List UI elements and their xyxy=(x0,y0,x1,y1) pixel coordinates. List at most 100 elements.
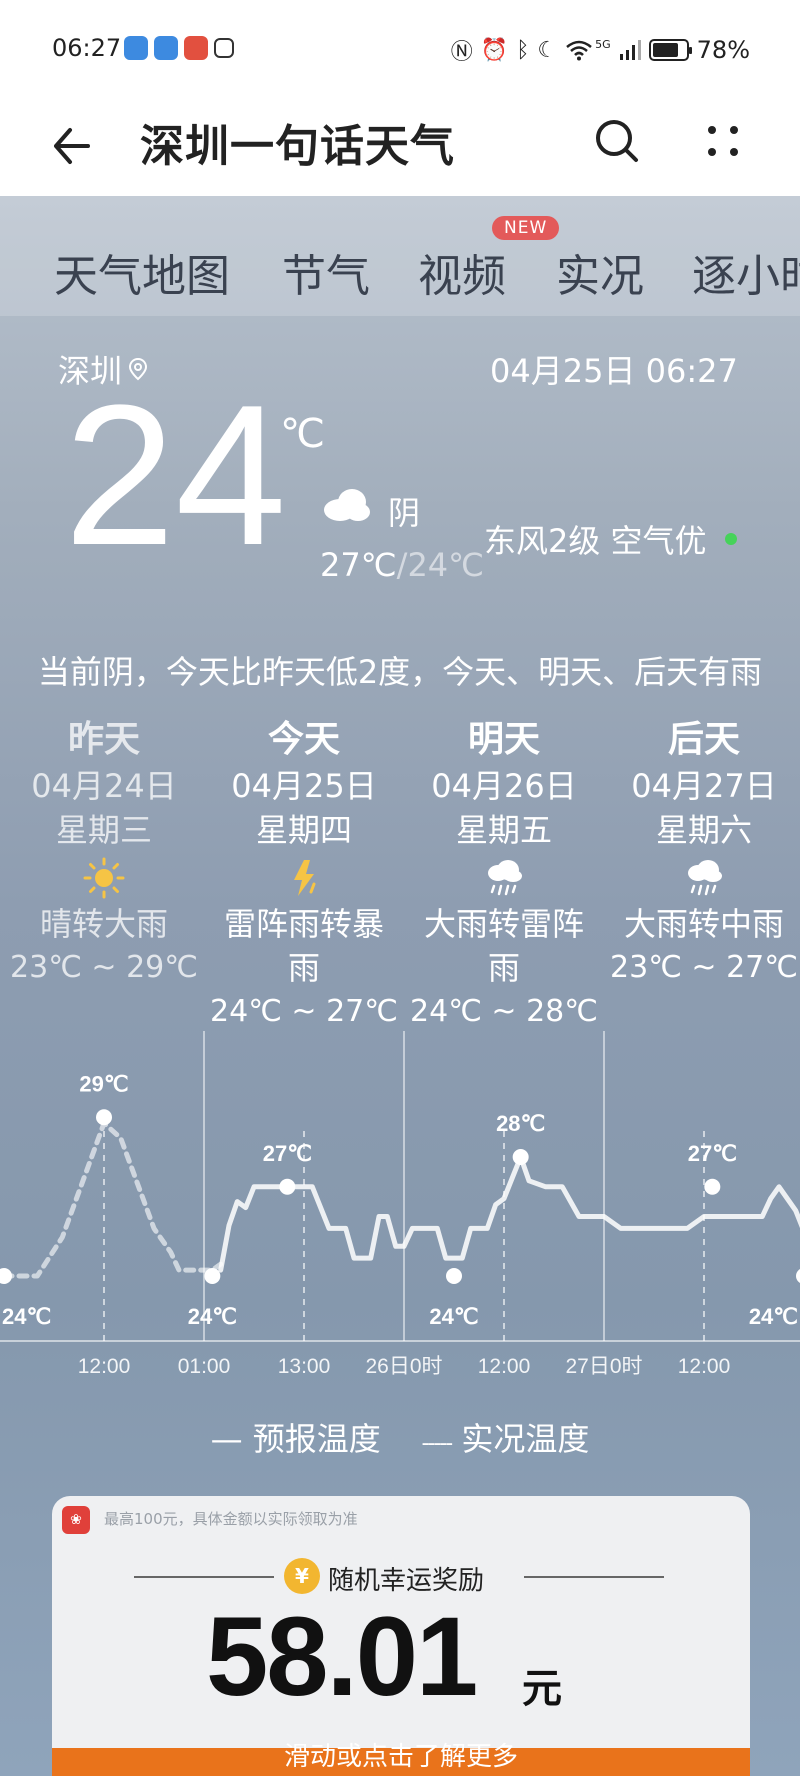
red-packet-icon: ❀ xyxy=(62,1506,90,1534)
x-tick-label: 01:00 xyxy=(178,1355,231,1378)
reward-note: 最高100元，具体金额以实际领取为准 xyxy=(104,1510,358,1528)
day-temp-range: 24℃ ~ 28℃ xyxy=(410,994,598,1029)
sun-icon xyxy=(83,857,125,899)
new-badge: NEW xyxy=(492,216,560,240)
signal-icon xyxy=(619,40,641,60)
temp-point-label: 28℃ xyxy=(496,1111,545,1136)
x-tick-label: 12:00 xyxy=(678,1355,731,1378)
x-tick-label: 12:00 xyxy=(78,1355,131,1378)
temp-point xyxy=(204,1268,221,1284)
day-column-tomorrow[interactable]: 明天 04月26日 星期五 大雨转雷阵雨 24℃ ~ 28℃ xyxy=(404,716,604,1034)
status-indicators: Ⓝ ⏰ ᛒ ☾ 5G 78% xyxy=(451,34,750,66)
condition-text: 阴 xyxy=(388,494,421,532)
day-column-yesterday[interactable]: 昨天 04月24日 星期三 晴转大雨 23℃ ~ 29℃ xyxy=(4,716,204,990)
x-tick-label: 12:00 xyxy=(478,1355,531,1378)
x-tick-label: 26日0时 xyxy=(365,1355,442,1378)
weather-panel: 天气地图 节气 视频 NEW 实况 逐小时 深圳 04月25日 06:27 24… xyxy=(0,196,800,1776)
heavy-rain-icon xyxy=(488,860,522,896)
cloud-icon xyxy=(324,489,370,521)
reward-unit: 元 xyxy=(522,1666,562,1712)
temp-point-label: 27℃ xyxy=(263,1141,312,1166)
legend-solid-mark: — xyxy=(210,1420,253,1458)
temp-point-label: 24℃ xyxy=(749,1304,798,1329)
day-condition: 大雨转中雨 xyxy=(623,905,784,943)
app-notification-icon xyxy=(154,36,178,60)
observed-temp-line xyxy=(1,1120,224,1279)
reward-ad-card[interactable]: ❀ 最高100元，具体金额以实际领取为准 ¥ 随机幸运奖励 58.01 元 滑动… xyxy=(52,1496,750,1776)
temp-point xyxy=(446,1268,462,1284)
weather-summary: 当前阴，今天比昨天低2度，今天、明天、后天有雨 xyxy=(37,653,763,691)
legend-forecast: 预报温度 xyxy=(252,1420,381,1458)
legend-observed: 实况温度 xyxy=(461,1420,590,1458)
temp-point xyxy=(279,1178,296,1195)
x-tick-label: 27日0时 xyxy=(565,1355,642,1378)
temp-point xyxy=(512,1149,529,1165)
divider xyxy=(524,1576,664,1578)
day-date: 04月25日 xyxy=(231,767,377,805)
day-name: 今天 xyxy=(267,719,340,760)
day-weekday: 星期五 xyxy=(455,811,552,849)
page-title: 深圳一句话天气 xyxy=(140,121,455,172)
notification-icons xyxy=(124,36,234,60)
temperature-unit: ℃ xyxy=(280,411,325,457)
search-icon[interactable] xyxy=(590,114,644,168)
day-date: 04月24日 xyxy=(31,767,177,805)
temp-point xyxy=(96,1109,112,1126)
reward-hint: 滑动或点击了解更多 xyxy=(283,1742,518,1772)
moon-icon: ☾ xyxy=(537,37,558,63)
app-notification-icon xyxy=(124,36,148,60)
x-tick-label: 13:00 xyxy=(278,1355,331,1378)
air-quality-dot xyxy=(724,533,737,545)
forecast-temp-line xyxy=(218,1154,800,1273)
update-datetime: 04月25日 06:27 xyxy=(490,352,738,390)
day-condition: 晴转大雨 xyxy=(39,905,168,943)
coin-icon: ¥ xyxy=(284,1558,320,1594)
calendar-icon xyxy=(214,38,234,58)
status-bar: 06:27 Ⓝ ⏰ ᛒ ☾ 5G 78% xyxy=(0,0,800,96)
day-name: 明天 xyxy=(467,719,540,760)
app-header: 深圳一句话天气 xyxy=(0,96,800,196)
bluetooth-icon: ᛒ xyxy=(516,37,530,63)
tab-hourly[interactable]: 逐小时 xyxy=(692,240,800,304)
today-low: 24℃ xyxy=(407,546,485,584)
heavy-rain-icon xyxy=(688,860,722,896)
app-notification-icon xyxy=(184,36,208,60)
alarm-icon: ⏰ xyxy=(480,37,509,63)
tab-weather-map[interactable]: 天气地图 xyxy=(54,240,230,304)
feature-tabs: 天气地图 节气 视频 NEW 实况 逐小时 xyxy=(0,196,800,316)
temp-point-label: 24℃ xyxy=(188,1304,237,1329)
today-high-low: 27℃/24℃ xyxy=(320,546,485,584)
more-dots-icon[interactable] xyxy=(696,114,750,168)
wind-air-quality[interactable]: 东风2级 空气优 xyxy=(484,516,737,562)
temp-point-label: 29℃ xyxy=(79,1071,128,1096)
day-weekday: 星期三 xyxy=(55,811,152,849)
reward-amount: 58.01 xyxy=(206,1594,478,1719)
day-column-day-after[interactable]: 后天 04月27日 星期六 大雨转中雨 23℃ ~ 27℃ xyxy=(604,716,800,990)
day-temp-range: 24℃ ~ 27℃ xyxy=(210,994,398,1029)
day-column-today[interactable]: 今天 04月25日 星期四 雷阵雨转暴雨 24℃ ~ 27℃ xyxy=(204,716,404,1034)
today-high: 27℃ xyxy=(320,546,397,584)
wind-air-text: 东风2级 空气优 xyxy=(484,522,707,560)
network-type: 5G xyxy=(595,37,611,51)
tab-live[interactable]: 实况 xyxy=(556,240,644,304)
temp-point-label: 24℃ xyxy=(2,1304,51,1329)
day-date: 04月26日 xyxy=(431,767,577,805)
day-name: 后天 xyxy=(667,719,740,760)
temp-point xyxy=(0,1268,12,1284)
tab-video[interactable]: 视频 xyxy=(418,240,506,304)
divider xyxy=(134,1576,274,1578)
wifi-icon xyxy=(566,40,592,61)
day-temp-range: 23℃ ~ 27℃ xyxy=(610,950,798,985)
day-temp-range: 23℃ ~ 29℃ xyxy=(10,950,198,985)
back-arrow-icon[interactable] xyxy=(48,116,108,176)
temperature-chart: 12:00 01:00 13:00 26日0时 12:00 27日0时 12:00 24℃ 29… xyxy=(0,1031,800,1378)
temp-point xyxy=(796,1269,800,1283)
battery-icon xyxy=(648,39,692,61)
day-date: 04月27日 xyxy=(631,767,777,805)
chart-legend: — 预报温度 ----- 实况温度 xyxy=(0,1414,800,1460)
status-time: 06:27 xyxy=(52,34,122,62)
tab-solar-terms[interactable]: 节气 xyxy=(282,240,370,304)
day-condition: 雷阵雨转暴雨 xyxy=(223,905,384,987)
day-weekday: 星期六 xyxy=(655,811,752,849)
temp-point-label: 24℃ xyxy=(429,1304,478,1329)
